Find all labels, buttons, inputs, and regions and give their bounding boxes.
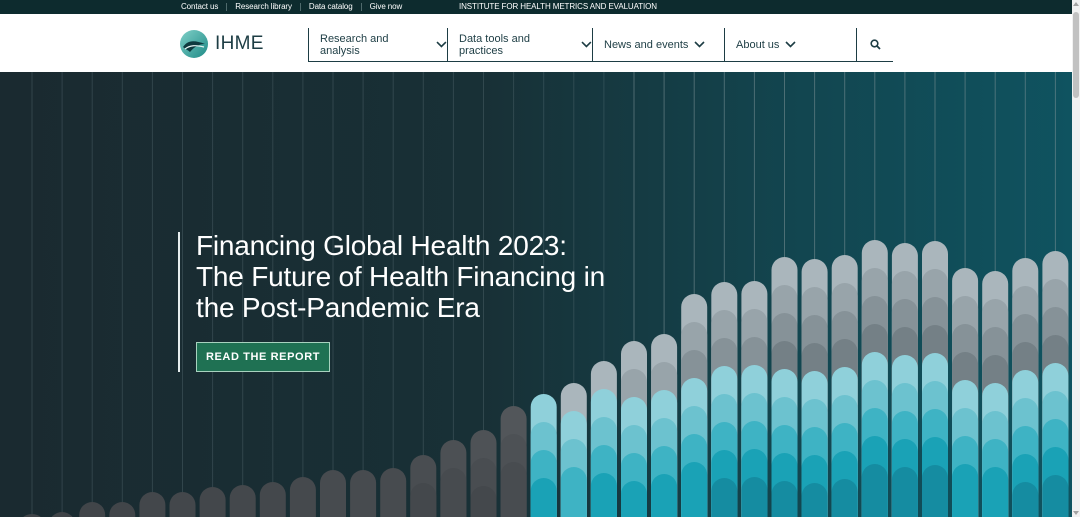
hero-banner: Financing Global Health 2023: The Future… bbox=[0, 72, 1072, 517]
hero-bar bbox=[922, 241, 948, 517]
hero-bar bbox=[1012, 258, 1039, 517]
hero-bar bbox=[380, 468, 407, 517]
hero-bar bbox=[139, 492, 166, 517]
hero-bar bbox=[801, 259, 828, 517]
hero-bar bbox=[741, 281, 768, 517]
hero-bar bbox=[651, 334, 678, 517]
hero-bar bbox=[229, 485, 256, 517]
hero-bar bbox=[952, 268, 979, 517]
hero-bar bbox=[440, 440, 467, 517]
scroll-up-arrow-icon[interactable] bbox=[1073, 2, 1079, 6]
hero-bar bbox=[79, 502, 106, 517]
nav-research-and-analysis[interactable]: Research and analysis bbox=[308, 28, 447, 61]
chevron-down-icon bbox=[436, 41, 447, 48]
hero-bar bbox=[51, 512, 73, 517]
org-name: INSTITUTE FOR HEALTH METRICS AND EVALUAT… bbox=[459, 2, 657, 11]
hero-bar bbox=[410, 455, 437, 517]
nav-label: Research and analysis bbox=[320, 32, 389, 57]
utility-divider bbox=[299, 2, 301, 11]
hero-bar bbox=[199, 487, 226, 517]
site-header: IHME Research and analysis Data tools an… bbox=[0, 14, 1072, 72]
hero-bar bbox=[891, 243, 918, 517]
main-nav: Research and analysis Data tools and pra… bbox=[308, 28, 893, 62]
hero-bar bbox=[681, 294, 708, 517]
hero-bar bbox=[982, 271, 1009, 517]
hero-bar bbox=[771, 257, 798, 517]
chevron-down-icon bbox=[694, 41, 705, 48]
utility-bar: Contact us Research library Data catalog… bbox=[0, 0, 1072, 14]
page-scrollbar[interactable] bbox=[1072, 0, 1080, 517]
hero-bar bbox=[560, 383, 587, 517]
nav-news-and-events[interactable]: News and events bbox=[592, 28, 724, 61]
search-button[interactable] bbox=[856, 28, 893, 61]
nav-data-tools-and-practices[interactable]: Data tools and practices bbox=[447, 28, 592, 61]
nav-about-us[interactable]: About us bbox=[724, 28, 856, 61]
utility-links: Contact us Research library Data catalog… bbox=[181, 2, 402, 11]
nav-label: News and events bbox=[604, 38, 689, 51]
ihme-logo-icon bbox=[180, 30, 208, 58]
hero-accent-rule bbox=[178, 232, 180, 372]
logo-text: IHME bbox=[215, 33, 264, 54]
hero-bar bbox=[259, 482, 286, 517]
chevron-down-icon bbox=[581, 41, 592, 48]
search-icon bbox=[869, 39, 881, 50]
utility-divider bbox=[226, 2, 228, 11]
hero-bar bbox=[169, 492, 196, 517]
hero-bar bbox=[500, 406, 527, 517]
data-catalog-link[interactable]: Data catalog bbox=[309, 2, 353, 11]
hero-bar bbox=[711, 282, 738, 517]
hero-bar bbox=[861, 240, 888, 517]
hero-bar bbox=[109, 502, 136, 517]
read-the-report-button[interactable]: READ THE REPORT bbox=[196, 342, 330, 372]
hero-bar bbox=[1042, 251, 1069, 517]
scroll-thumb[interactable] bbox=[1073, 12, 1079, 98]
hero-bar bbox=[590, 361, 617, 517]
hero-bar bbox=[530, 394, 557, 517]
ihme-logo[interactable]: IHME bbox=[179, 29, 264, 59]
hero-bar bbox=[831, 255, 858, 517]
chevron-down-icon bbox=[785, 41, 796, 48]
hero-bar bbox=[621, 341, 647, 517]
hero-bar bbox=[350, 470, 377, 517]
hero-bar bbox=[320, 470, 346, 517]
hero-title: Financing Global Health 2023: The Future… bbox=[196, 230, 605, 323]
hero-bar bbox=[470, 430, 497, 517]
utility-divider bbox=[360, 2, 362, 11]
nav-label: Data tools and practices bbox=[459, 32, 530, 57]
scroll-down-arrow-icon[interactable] bbox=[1073, 511, 1079, 515]
research-library-link[interactable]: Research library bbox=[235, 2, 292, 11]
nav-label: About us bbox=[736, 38, 780, 51]
give-now-link[interactable]: Give now bbox=[370, 2, 403, 11]
hero-bar bbox=[289, 477, 316, 517]
contact-us-link[interactable]: Contact us bbox=[181, 2, 218, 11]
